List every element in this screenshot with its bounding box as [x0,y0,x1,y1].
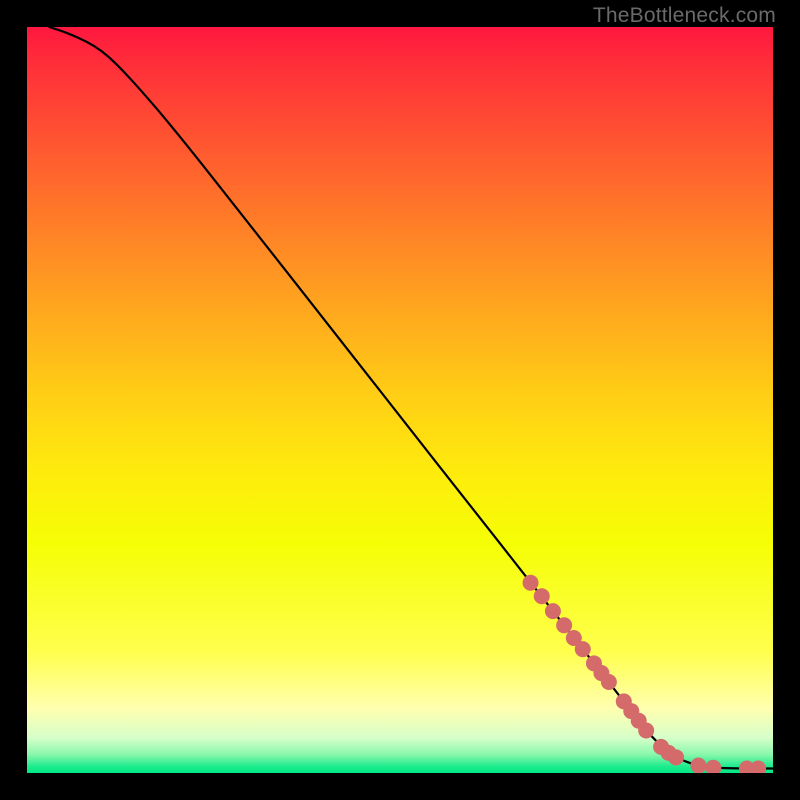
data-marker [601,674,617,690]
marker-group [523,575,767,773]
plot-area [27,27,773,773]
chart-frame: TheBottleneck.com [0,0,800,800]
data-marker [556,617,572,633]
data-marker [575,641,591,657]
data-marker [638,722,654,738]
data-marker [690,758,706,773]
watermark-text: TheBottleneck.com [593,4,776,28]
data-marker [523,575,539,591]
data-marker [545,603,561,619]
data-marker [534,588,550,604]
bottleneck-curve [49,27,773,769]
data-marker [668,749,684,765]
curve-layer [27,27,773,773]
data-marker [750,761,766,773]
data-marker [705,760,721,773]
